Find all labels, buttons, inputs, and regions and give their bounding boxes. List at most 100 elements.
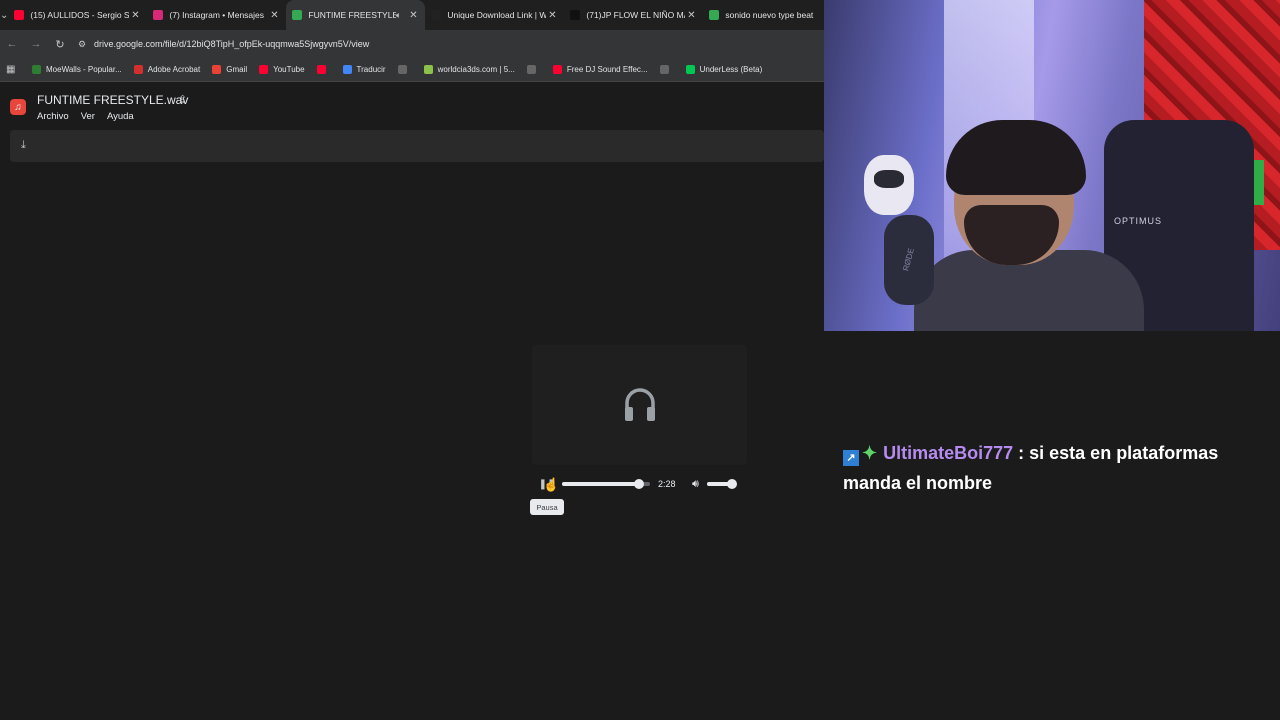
drive-icon xyxy=(709,10,720,20)
bookmark-favicon-icon xyxy=(685,65,695,74)
tab-close-icon[interactable]: ✕ xyxy=(685,10,697,21)
bookmark-1[interactable]: Adobe Acrobat xyxy=(133,65,201,74)
bookmark-2[interactable]: Gmail xyxy=(212,65,247,74)
drive-icon xyxy=(292,10,303,20)
bookmark-favicon-icon xyxy=(316,65,326,74)
bookmark-label: MoeWalls - Popular... xyxy=(46,65,122,74)
audio-controls: ❚❚ 2:28 🔊︎ xyxy=(538,474,748,494)
volume-icon[interactable]: 🔊︎ xyxy=(692,478,699,491)
tab-close-icon[interactable]: ✕ xyxy=(268,10,280,21)
volume-slider[interactable] xyxy=(706,479,738,489)
seek-slider[interactable] xyxy=(562,479,650,489)
drive-header: ♫ FUNTIME FREESTYLE.wav ⇪ Archivo Ver Ay… xyxy=(0,83,824,133)
browser-toolbar: ← → ↻ ⚙ drive.google.com/file/d/12biQ8Ti… xyxy=(0,30,824,58)
bookmark-label: Gmail xyxy=(226,65,248,74)
tab-audio-icon[interactable]: 🔈︎ xyxy=(396,10,401,21)
tab-title: (7) Instagram • Mensajes xyxy=(169,10,265,20)
plush-face xyxy=(874,170,904,188)
bookmark-favicon-icon xyxy=(423,65,433,74)
menu-ayuda[interactable]: Ayuda xyxy=(107,111,134,122)
chat-separator: : xyxy=(1013,443,1030,463)
bookmark-10[interactable] xyxy=(659,65,674,74)
time-display: 2:28 xyxy=(658,479,676,489)
reload-icon[interactable]: ↻ xyxy=(48,38,72,51)
subscriber-badge-icon: ↗ xyxy=(843,450,859,466)
tabs: (15) AULLIDOS - Sergio Sá ✕ (7) Instagram … xyxy=(8,0,824,30)
bookmark-label: Adobe Acrobat xyxy=(147,65,201,74)
webcam-overlay: OPTIMUS RØDE xyxy=(824,0,1280,331)
streamer-hair xyxy=(946,120,1086,195)
menu-ver[interactable]: Ver xyxy=(81,111,95,122)
wetransfer-icon xyxy=(431,10,442,20)
bookmark-label: YouTube xyxy=(273,65,305,74)
bookmark-list: MoeWalls - Popular... Adobe Acrobat Gmail Y… xyxy=(32,65,774,74)
seek-progress xyxy=(562,482,639,486)
tab-title: (71)JP FLOW EL NIÑO MA xyxy=(586,10,686,20)
tab-close-icon[interactable]: ✕ xyxy=(407,10,419,21)
youtube-icon xyxy=(14,10,25,20)
bookmark-5[interactable]: Traducir xyxy=(342,65,386,74)
tab-close-icon[interactable]: ✕ xyxy=(129,10,141,21)
address-bar[interactable]: ⚙ drive.google.com/file/d/12biQ8TipH_ofp… xyxy=(78,33,824,55)
bookmark-favicon-icon xyxy=(259,65,269,74)
bookmark-favicon-icon xyxy=(133,65,143,74)
screen: ⌄ (15) AULLIDOS - Sergio Sá ✕ (7) Instagra… xyxy=(0,0,1280,720)
tab-5[interactable]: sonido nuevo type beat✕ xyxy=(703,0,824,30)
bookmark-9[interactable]: Free DJ Sound Effec... xyxy=(552,65,648,74)
headphones-icon xyxy=(625,388,655,421)
tab-search-chevron-icon[interactable]: ⌄ xyxy=(0,0,8,30)
url-text: drive.google.com/file/d/12biQ8TipH_ofpEk… xyxy=(94,39,370,49)
tab-0[interactable]: (15) AULLIDOS - Sergio Sá ✕ xyxy=(8,0,147,30)
pause-tooltip: Pausa xyxy=(530,499,564,515)
audio-preview-card xyxy=(532,345,747,465)
bookmark-4[interactable] xyxy=(316,65,331,74)
tab-close-icon[interactable]: ✕ xyxy=(546,10,558,21)
action-bar: ⤓ xyxy=(10,130,824,162)
tiktok-icon xyxy=(570,10,581,20)
chat-username: UltimateBoi777 xyxy=(883,443,1014,463)
tab-3[interactable]: Unique Download Link | W ✕ xyxy=(425,0,564,30)
audio-file-icon: ♫ xyxy=(10,99,26,115)
seek-handle[interactable] xyxy=(633,479,644,489)
tab-title: FUNTIME FREESTYLE.wav xyxy=(308,10,396,20)
back-icon[interactable]: ← xyxy=(0,38,24,50)
bookmark-favicon-icon xyxy=(342,65,352,74)
bookmark-11[interactable]: UnderLess (Beta) xyxy=(685,65,763,74)
tab-title: Unique Download Link | W xyxy=(447,10,547,20)
menu-archivo[interactable]: Archivo xyxy=(37,111,69,122)
tab-strip: ⌄ (15) AULLIDOS - Sergio Sá ✕ (7) Instagra… xyxy=(0,0,824,30)
chat-message: ↗ ✦ UltimateBoi777 : si esta en plataforma… xyxy=(843,438,1263,498)
instagram-icon xyxy=(153,10,164,20)
file-title: FUNTIME FREESTYLE.wav xyxy=(37,93,189,107)
hand-cursor-icon: ☝ xyxy=(543,477,560,492)
bookmark-favicon-icon xyxy=(32,65,41,74)
tab-2[interactable]: FUNTIME FREESTYLE.wav🔈︎ ✕ xyxy=(286,0,426,30)
menu-bar: Archivo Ver Ayuda xyxy=(37,111,134,122)
bookmark-favicon-icon xyxy=(397,65,407,74)
bookmark-6[interactable] xyxy=(397,65,412,74)
bookmark-0[interactable]: MoeWalls - Popular... xyxy=(32,65,122,74)
sparkle-badge-icon: ✦ xyxy=(862,443,878,463)
tab-4[interactable]: (71)JP FLOW EL NIÑO MA ✕ xyxy=(564,0,703,30)
tab-title: sonido nuevo type beat xyxy=(725,10,814,20)
add-shortcut-icon[interactable]: ⇪ xyxy=(178,93,187,106)
download-icon[interactable]: ⤓ xyxy=(21,139,26,152)
volume-handle[interactable] xyxy=(727,479,738,489)
bookmark-favicon-icon xyxy=(659,65,669,74)
apps-grid-icon[interactable]: ▦ xyxy=(6,64,20,75)
forward-icon[interactable]: → xyxy=(24,38,48,50)
bookmark-label: UnderLess (Beta) xyxy=(699,65,763,74)
bookmark-favicon-icon xyxy=(526,65,536,74)
bookmark-7[interactable]: worldcia3ds.com | 5... xyxy=(423,65,515,74)
bookmark-label: worldcia3ds.com | 5... xyxy=(437,65,515,74)
bookmark-label: Traducir xyxy=(356,65,386,74)
bookmark-3[interactable]: YouTube xyxy=(259,65,305,74)
bookmark-8[interactable] xyxy=(526,65,541,74)
bookmark-label: Free DJ Sound Effec... xyxy=(566,65,648,74)
bookmark-favicon-icon xyxy=(212,65,222,74)
tab-title: (15) AULLIDOS - Sergio Sá xyxy=(30,10,130,20)
bookmarks-bar: ▦ MoeWalls - Popular... Adobe Acrobat Gmai… xyxy=(0,58,824,82)
site-info-icon[interactable]: ⚙ xyxy=(78,39,94,50)
tab-1[interactable]: (7) Instagram • Mensajes ✕ xyxy=(147,0,286,30)
chair-brand: OPTIMUS xyxy=(1114,216,1163,226)
